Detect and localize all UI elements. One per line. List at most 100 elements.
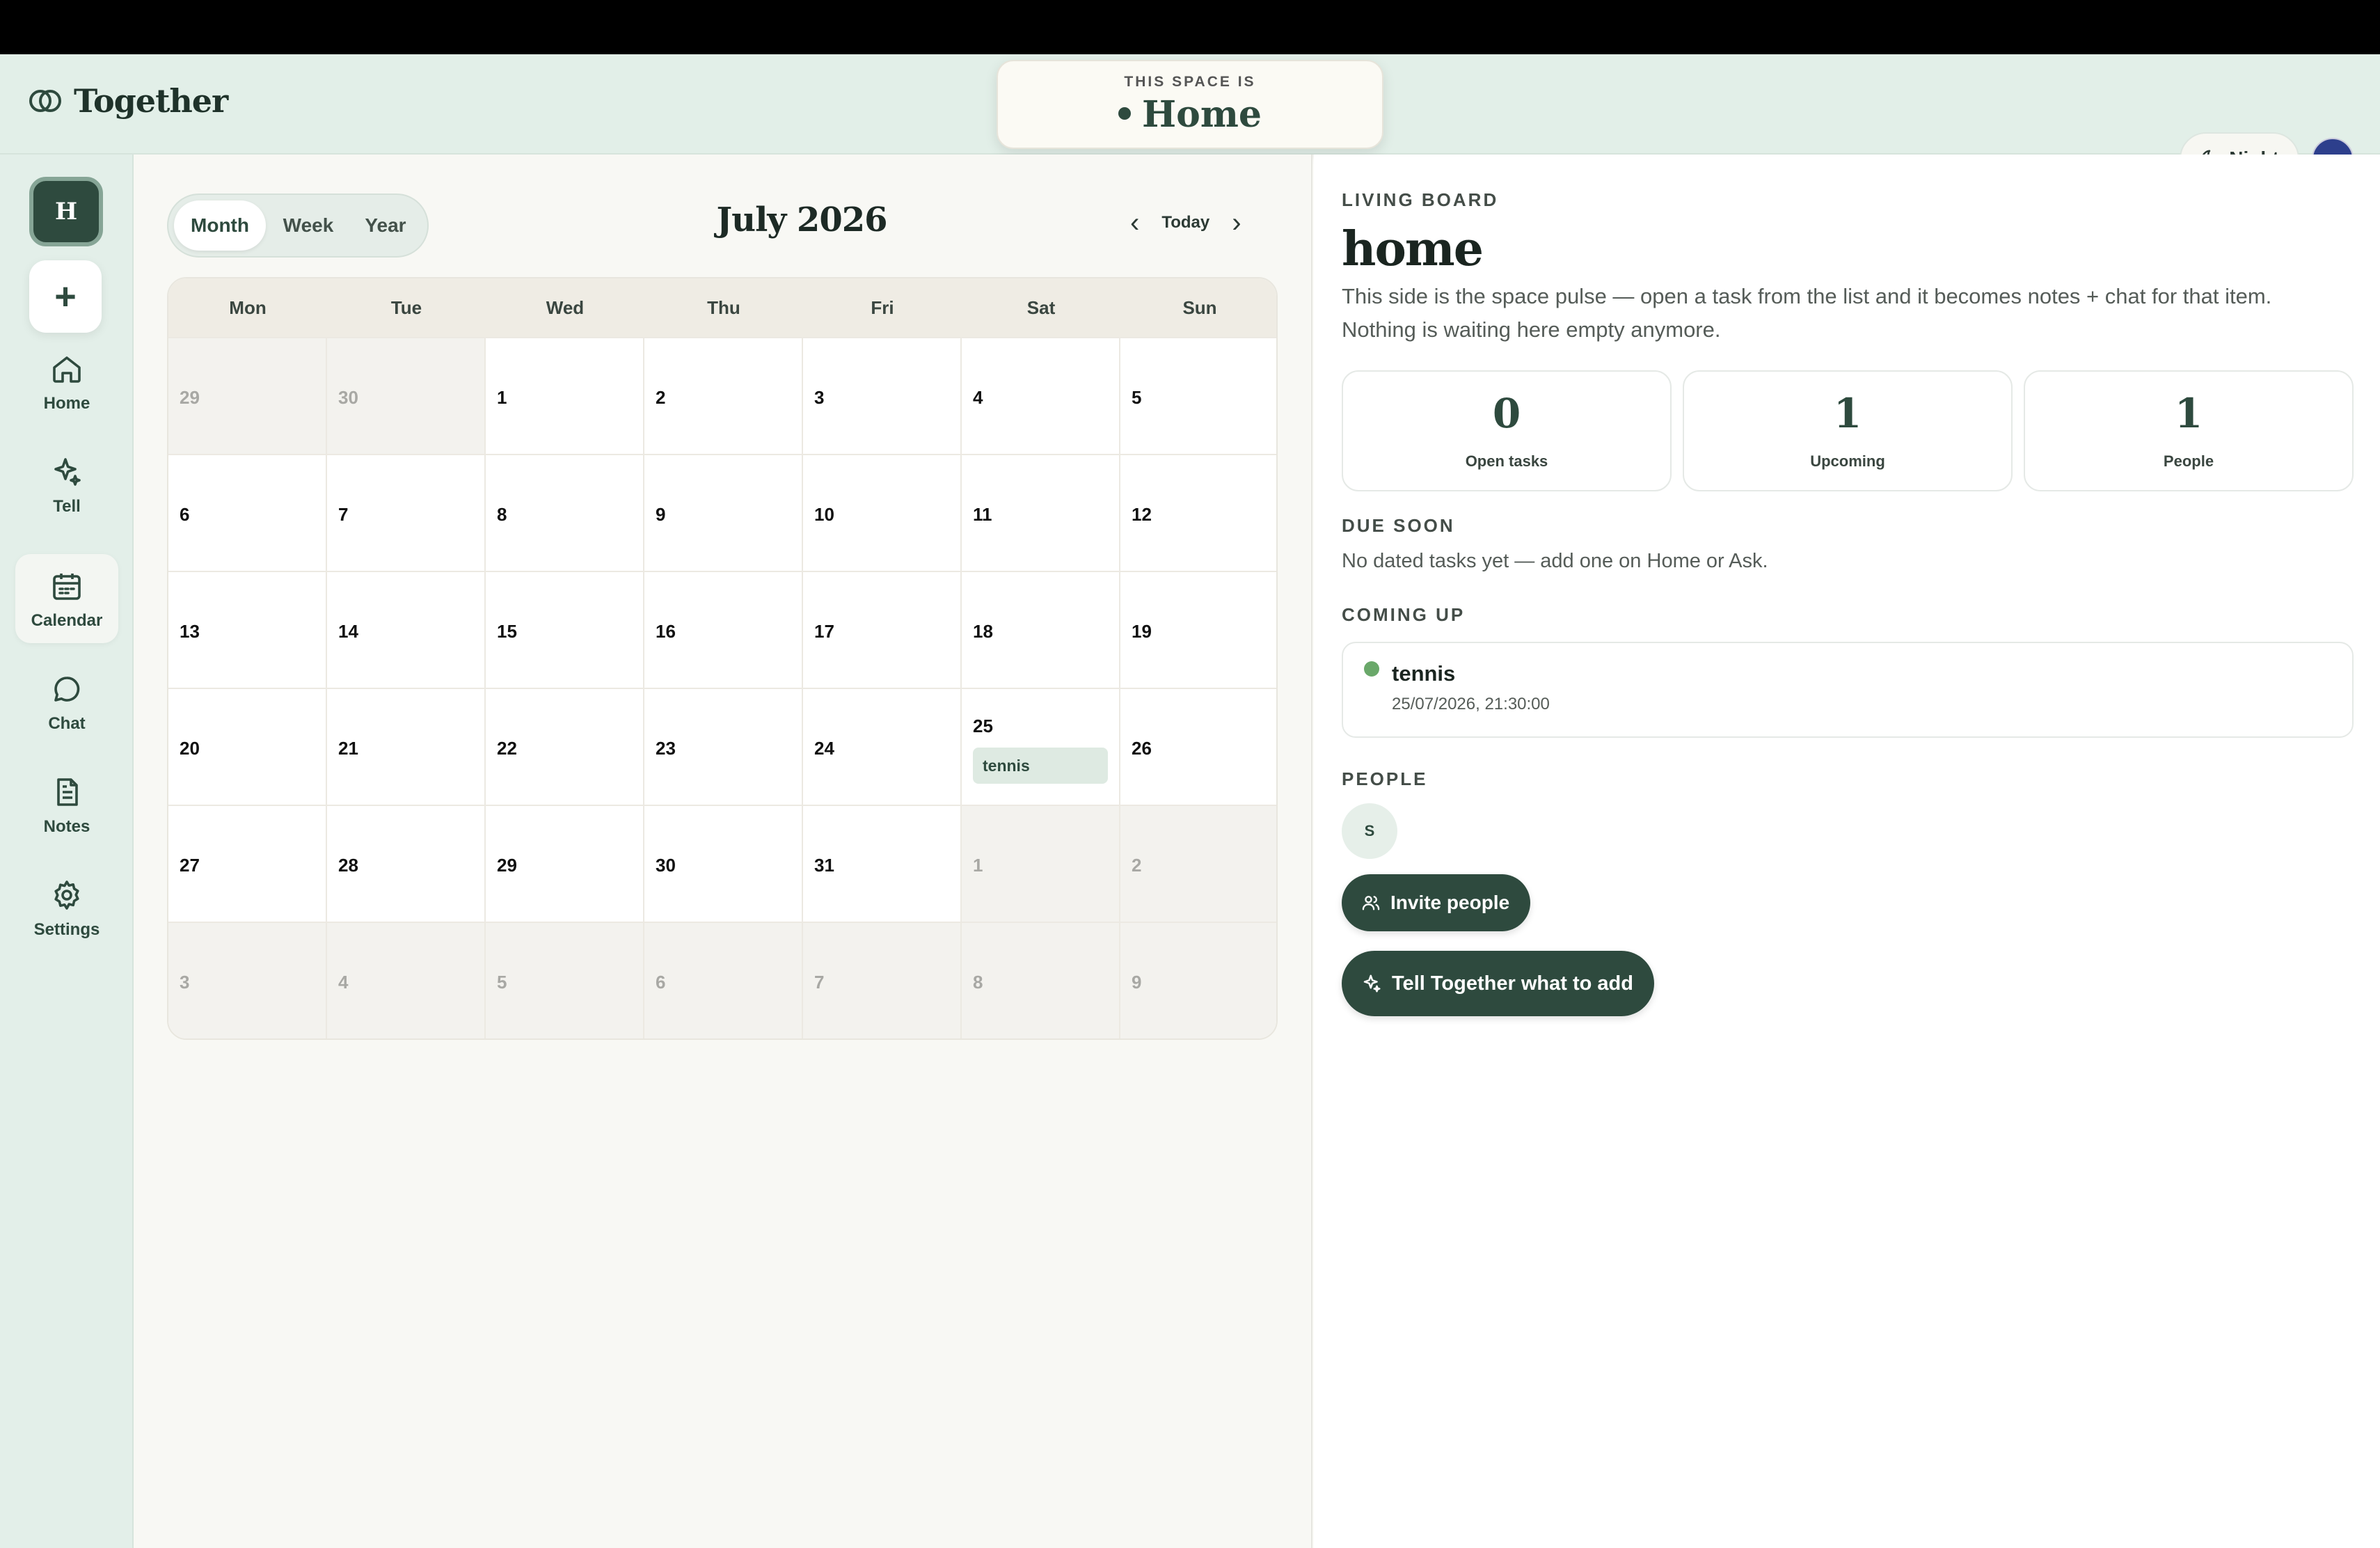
space-card-label: THIS SPACE IS [1124,74,1256,90]
invite-people-button[interactable]: Invite people [1342,874,1531,931]
weekday-label: Thu [707,297,740,318]
calendar-day-cell[interactable]: 3 [168,922,327,1038]
calendar-day-cell[interactable]: 13 [168,571,327,688]
space-tile-home[interactable]: H [29,177,103,246]
prev-month-chevron-icon[interactable]: ‹ [1130,209,1139,237]
calendar-day-cell[interactable]: 18 [962,571,1120,688]
day-number: 17 [814,621,834,642]
view-week-button[interactable]: Week [270,200,347,251]
calendar-day-cell[interactable]: 8 [962,922,1120,1038]
person-avatar[interactable]: S [1342,803,1397,859]
calendar-day-cell[interactable]: 10 [803,454,962,571]
calendar-day-cell[interactable]: 6 [168,454,327,571]
calendar-day-cell[interactable]: 1 [486,337,644,454]
sidebar-item-tell[interactable]: Tell [15,440,118,529]
calendar-day-cell[interactable]: 17 [803,571,962,688]
add-space-button[interactable]: + [29,260,102,333]
day-number: 11 [973,504,992,525]
current-space-card[interactable]: THIS SPACE IS Home [997,60,1383,149]
calendar-day-cell[interactable]: 4 [327,922,486,1038]
calendar-day-cell[interactable]: 2 [644,337,803,454]
view-year-button[interactable]: Year [351,200,420,251]
calendar-day-cell[interactable]: 20 [168,688,327,805]
sidebar-item-notes[interactable]: Notes [15,760,118,849]
calendar-day-cell[interactable]: 15 [486,571,644,688]
calendar-day-cell[interactable]: 29 [168,337,327,454]
calendar-day-cell[interactable]: 7 [327,454,486,571]
sidebar-item-label: Home [43,394,90,413]
sidebar-item-home[interactable]: Home [15,337,118,426]
due-soon-empty-text: No dated tasks yet — add one on Home or … [1342,550,1768,572]
weekday-label: Tue [390,297,422,318]
calendar-day-cell[interactable]: 24 [803,688,962,805]
sparkle-icon [1363,974,1381,993]
day-number: 20 [180,738,200,759]
calendar-day-cell[interactable]: 5 [1120,337,1276,454]
weekday-label: Sun [1182,297,1217,318]
weekday-label: Mon [229,297,267,318]
people-heading: PEOPLE [1342,768,1428,789]
tell-together-button[interactable]: Tell Together what to add [1342,951,1654,1016]
sidebar-item-chat[interactable]: Chat [15,657,118,746]
calendar-day-cell[interactable]: 26 [1120,688,1276,805]
view-month-button[interactable]: Month [174,200,266,251]
calendar-day-cell[interactable]: 25 tennis [962,688,1120,805]
calendar-day-cell[interactable]: 19 [1120,571,1276,688]
day-number: 1 [497,387,507,408]
upcoming-event-date: 25/07/2026, 21:30:00 [1392,695,1550,713]
calendar-day-cell[interactable]: 29 [486,805,644,922]
day-number: 4 [973,387,983,408]
calendar-day-cell[interactable]: 14 [327,571,486,688]
brand[interactable]: Together [29,82,228,120]
event-status-dot [1364,661,1379,677]
calendar-day-cell[interactable]: 30 [327,337,486,454]
upcoming-event-title: tennis [1392,661,1456,686]
day-number: 8 [973,972,983,993]
month-grid: Mon Tue Wed Thu Fri Sat Sun 29 30 1 2 3 4 5 6 7 8… [167,277,1278,1040]
weekday-label: Wed [546,297,585,318]
calendar-day-cell[interactable]: 11 [962,454,1120,571]
calendar-day-cell[interactable]: 8 [486,454,644,571]
stat-people[interactable]: 1 People [2024,370,2354,491]
sidebar-item-settings[interactable]: Settings [15,863,118,952]
sidebar-item-calendar[interactable]: Calendar [15,554,118,643]
calendar-day-cell[interactable]: 5 [486,922,644,1038]
calendar-event-chip[interactable]: tennis [973,748,1108,784]
day-number: 25 [973,716,993,736]
day-number: 27 [180,855,200,876]
calendar-day-cell[interactable]: 12 [1120,454,1276,571]
calendar-day-cell[interactable]: 21 [327,688,486,805]
calendar-day-cell[interactable]: 9 [644,454,803,571]
calendar-day-cell[interactable]: 7 [803,922,962,1038]
day-number: 7 [338,504,349,525]
calendar-day-cell[interactable]: 1 [962,805,1120,922]
calendar-day-cell[interactable]: 27 [168,805,327,922]
calendar-day-cell[interactable]: 23 [644,688,803,805]
today-button[interactable]: Today [1161,213,1209,232]
calendar-day-cell[interactable]: 9 [1120,922,1276,1038]
day-number: 3 [180,972,190,993]
calendar-day-cell[interactable]: 16 [644,571,803,688]
calendar-day-cell[interactable]: 30 [644,805,803,922]
calendar-day-cell[interactable]: 3 [803,337,962,454]
day-number: 31 [814,855,834,876]
day-number: 2 [1132,855,1142,876]
calendar-day-cell[interactable]: 22 [486,688,644,805]
upcoming-event-card[interactable]: tennis 25/07/2026, 21:30:00 [1342,642,2354,738]
month-title: July 2026 [716,200,887,239]
tell-label: Tell Together what to add [1392,972,1633,995]
calendar-day-cell[interactable]: 2 [1120,805,1276,922]
calendar-day-cell[interactable]: 31 [803,805,962,922]
calendar-day-cell[interactable]: 6 [644,922,803,1038]
due-soon-heading: DUE SOON [1342,515,1455,536]
coming-up-heading: COMING UP [1342,604,1466,625]
stat-upcoming[interactable]: 1 Upcoming [1683,370,2013,491]
stat-open-tasks[interactable]: 0 Open tasks [1342,370,1672,491]
day-number: 23 [656,738,676,759]
day-number: 5 [497,972,507,993]
sidebar-item-label: Calendar [31,611,103,630]
day-number: 6 [656,972,666,993]
calendar-day-cell[interactable]: 4 [962,337,1120,454]
calendar-day-cell[interactable]: 28 [327,805,486,922]
next-month-chevron-icon[interactable]: › [1232,209,1241,237]
